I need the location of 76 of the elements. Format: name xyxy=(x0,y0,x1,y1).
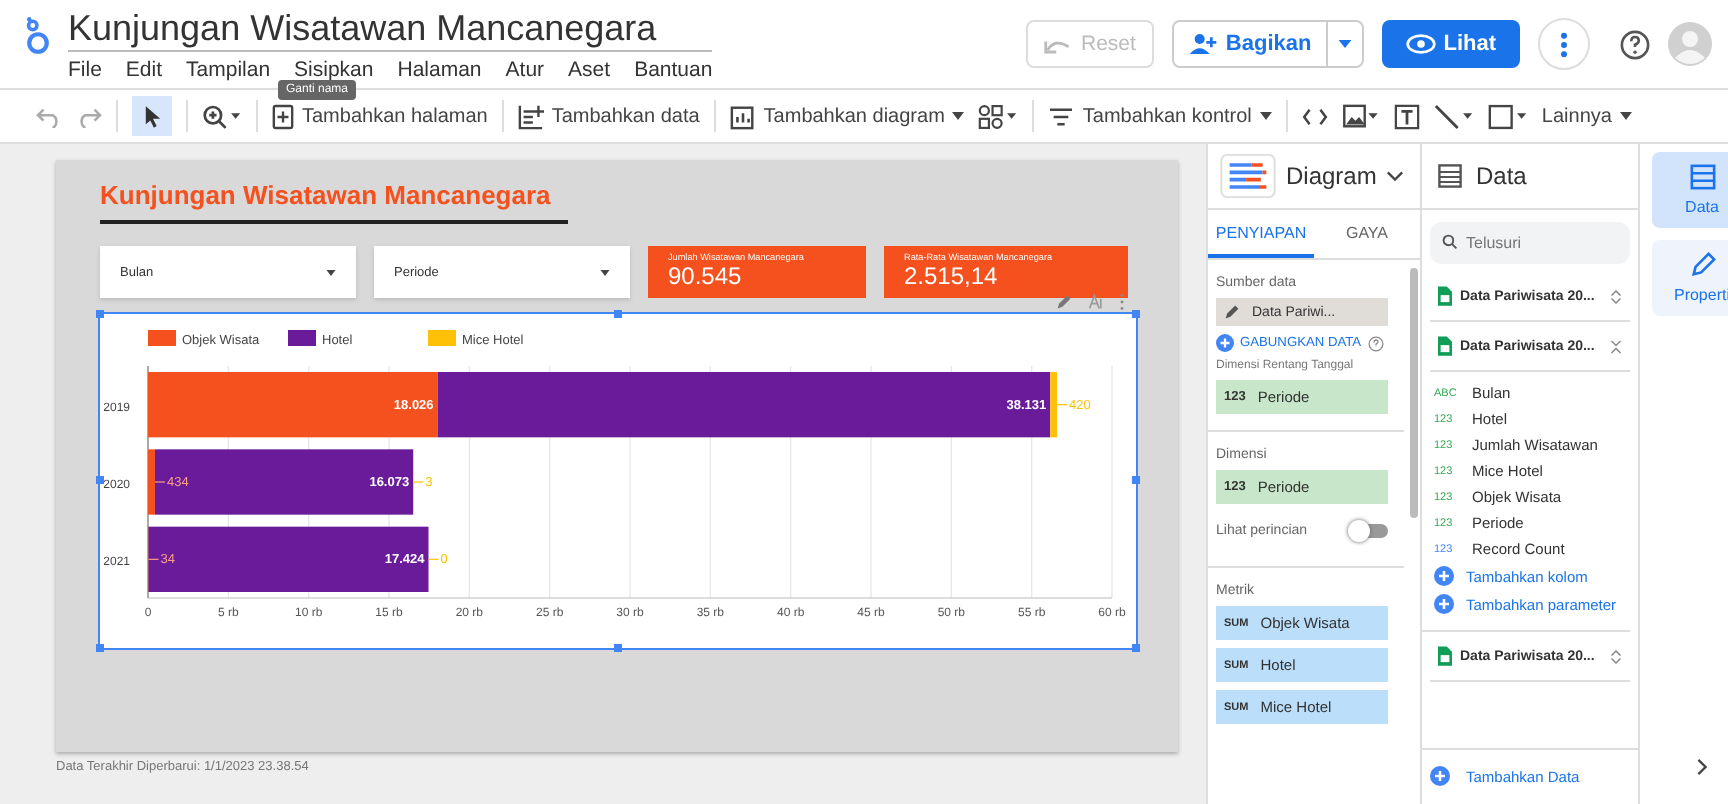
view-button[interactable]: Lihat xyxy=(1381,20,1520,68)
person-add-icon xyxy=(1187,32,1218,56)
toggle-switch[interactable] xyxy=(1352,524,1388,538)
help-icon[interactable] xyxy=(1367,335,1384,351)
add-page-button[interactable]: Tambahkan halaman xyxy=(272,103,488,129)
more-button[interactable]: Lainnya xyxy=(1541,105,1632,127)
add-data-icon xyxy=(517,103,544,129)
caret-icon xyxy=(600,269,610,275)
menu-item[interactable]: Atur xyxy=(505,57,545,81)
caret-icon xyxy=(326,269,336,275)
text-box-icon[interactable] xyxy=(1393,103,1420,129)
help-icon[interactable] xyxy=(1620,29,1650,59)
add-page-icon xyxy=(272,103,294,129)
scrollbar[interactable] xyxy=(1410,268,1418,518)
add-chart-button[interactable]: Tambahkan diagram xyxy=(729,103,965,129)
eye-icon xyxy=(1405,34,1436,54)
table-icon xyxy=(1438,164,1462,188)
chevron-right-icon[interactable] xyxy=(1696,758,1708,776)
menu-item[interactable]: Bantuan xyxy=(634,57,713,81)
menu-item[interactable]: Halaman xyxy=(397,57,482,81)
panel-tab[interactable]: GAYA xyxy=(1314,210,1420,258)
code-icon[interactable] xyxy=(1301,107,1328,125)
add-data-button[interactable]: Tambahkan data xyxy=(517,103,700,129)
caret-icon xyxy=(1619,112,1632,120)
zoom-icon[interactable] xyxy=(202,103,242,129)
page-heading: Kunjungan Wisatawan Mancanegara xyxy=(100,180,553,210)
sheet-icon xyxy=(1438,336,1452,356)
search-icon xyxy=(1442,234,1458,250)
add-control-button[interactable]: Tambahkan kontrol xyxy=(1048,105,1272,127)
image-icon[interactable] xyxy=(1341,103,1380,129)
sort-icon[interactable] xyxy=(1088,294,1104,310)
bar[interactable] xyxy=(154,449,414,515)
search-field[interactable]: Telusuri xyxy=(1430,222,1630,264)
pencil-icon xyxy=(1224,304,1240,320)
scorecard-value: 90.545 xyxy=(668,262,744,290)
panel-title: Data xyxy=(1476,162,1527,190)
menu-item[interactable]: File xyxy=(68,57,102,81)
pencil-icon[interactable] xyxy=(1056,294,1072,310)
caret-icon xyxy=(952,112,965,120)
caret-icon xyxy=(1337,40,1352,48)
caret-icon xyxy=(1259,112,1272,120)
add-icon[interactable] xyxy=(1216,334,1234,352)
more-vertical-icon xyxy=(1560,31,1568,57)
shapes-icon[interactable] xyxy=(978,103,1019,129)
add-icon[interactable] xyxy=(1434,566,1454,586)
report-title[interactable]: Kunjungan Wisatawan Mancanegara xyxy=(68,7,713,51)
sheet-icon xyxy=(1438,646,1452,666)
undo-icon[interactable] xyxy=(36,105,62,127)
filter-icon xyxy=(1048,105,1075,127)
more-button[interactable] xyxy=(1538,18,1590,70)
redo-icon[interactable] xyxy=(76,105,102,127)
side-tab[interactable]: Properti xyxy=(1652,240,1728,316)
menu-item[interactable]: Aset xyxy=(568,57,611,81)
panel-tab[interactable]: PENYIAPAN xyxy=(1208,210,1314,258)
cursor-icon xyxy=(143,105,161,127)
bar[interactable] xyxy=(148,526,429,592)
line-icon[interactable] xyxy=(1433,103,1474,129)
table-icon xyxy=(1689,164,1715,190)
chart-icon xyxy=(729,103,756,129)
menu-item[interactable]: Edit xyxy=(125,57,163,81)
add-icon[interactable] xyxy=(1430,766,1450,786)
side-tab[interactable]: Data xyxy=(1652,152,1728,228)
logo-icon[interactable] xyxy=(24,16,52,56)
bar[interactable] xyxy=(437,372,1051,438)
scorecard-value: 2.515,14 xyxy=(904,262,1000,290)
rectangle-icon[interactable] xyxy=(1487,103,1528,129)
select-button[interactable] xyxy=(132,96,172,136)
sheet-icon xyxy=(1438,286,1452,306)
chart-type-label[interactable]: Diagram xyxy=(1286,162,1377,190)
bar[interactable] xyxy=(148,372,438,438)
chevron-down-icon[interactable] xyxy=(1386,170,1405,182)
menu-item[interactable]: Tampilan xyxy=(186,57,271,81)
bar-chart-icon[interactable] xyxy=(1220,154,1276,198)
add-icon[interactable] xyxy=(1434,594,1454,614)
pencil-icon xyxy=(1689,252,1715,278)
menu-item[interactable]: Sisipkan xyxy=(294,57,374,81)
